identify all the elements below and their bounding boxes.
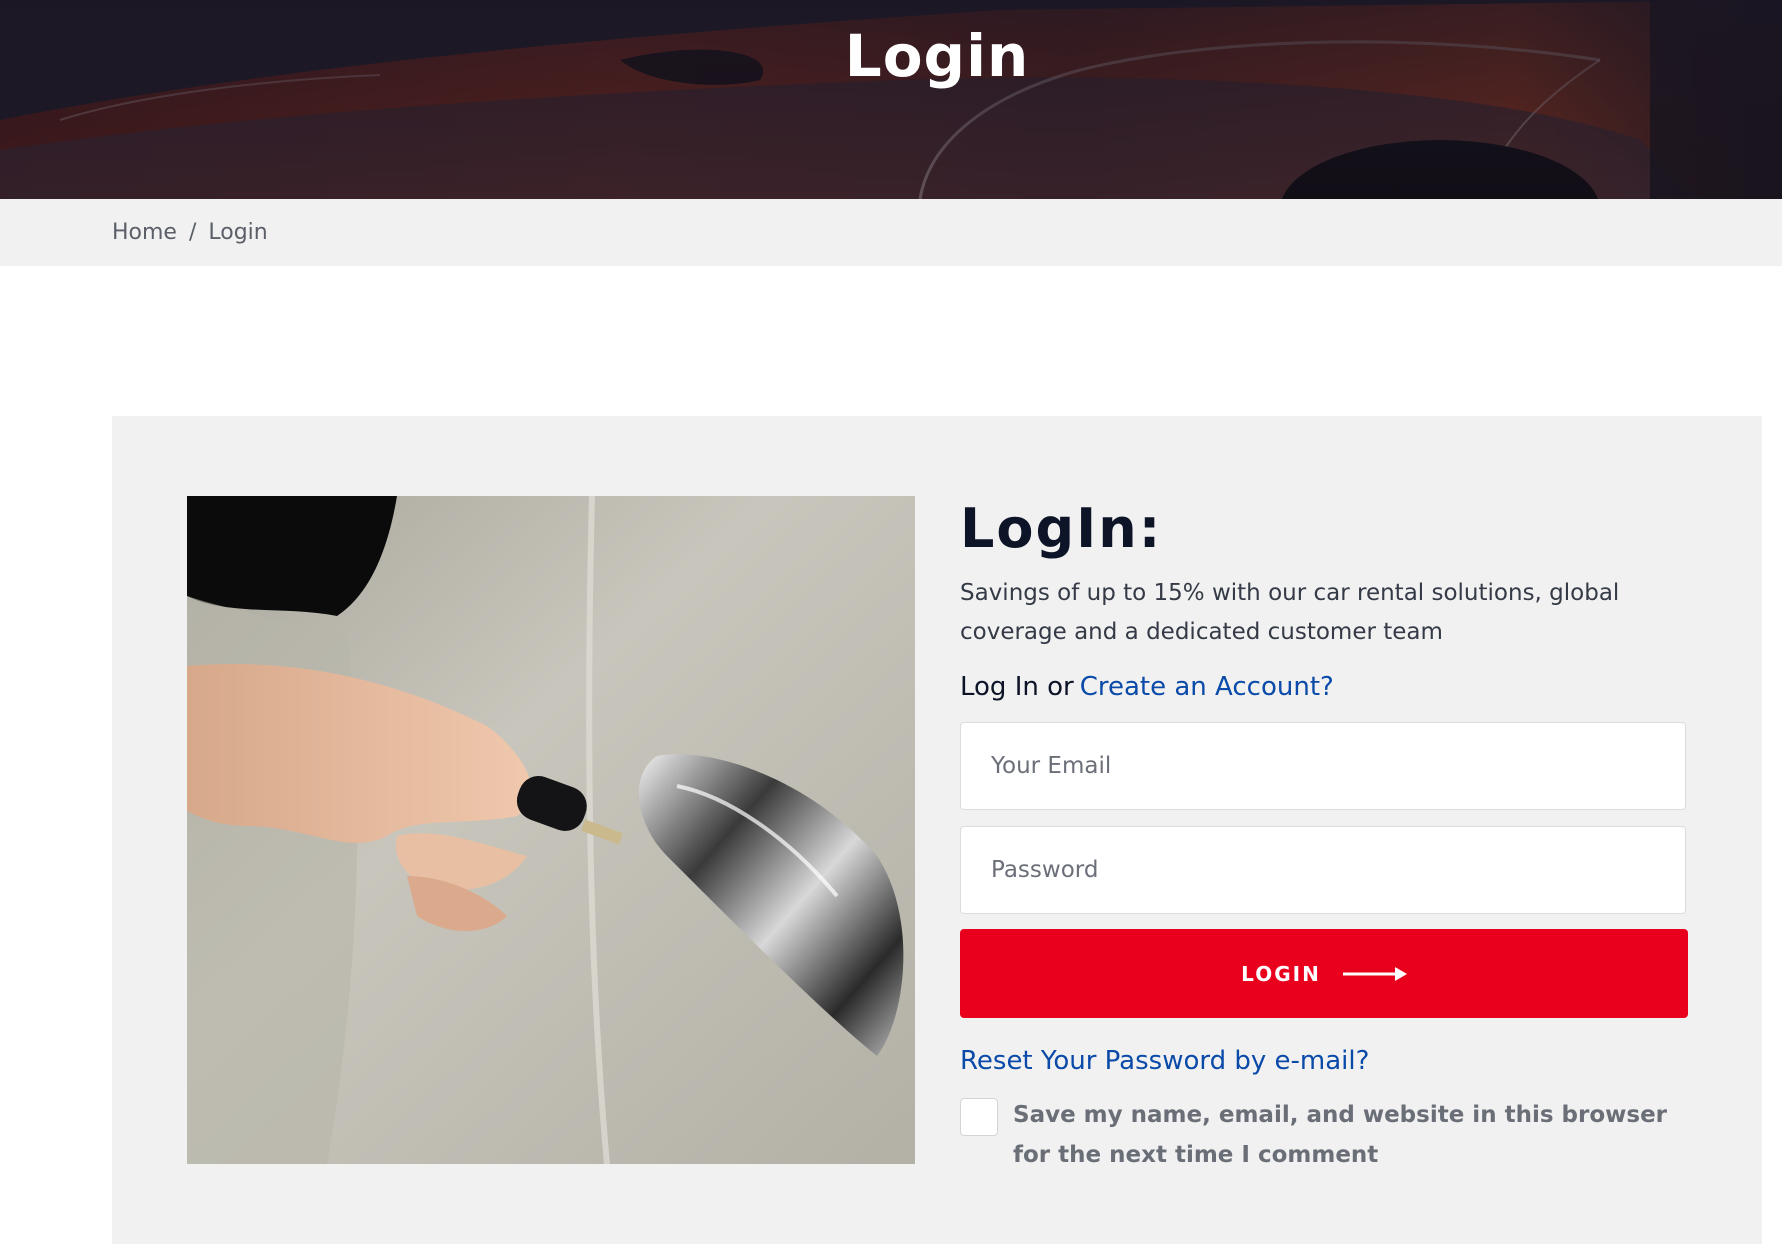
breadcrumb-separator: / <box>188 220 197 245</box>
remember-me: Save my name, email, and website in this… <box>960 1098 1688 1175</box>
login-card: LogIn: Savings of up to 15% with our car… <box>112 416 1762 1244</box>
breadcrumb-current: Login <box>208 220 268 245</box>
reset-password-link[interactable]: Reset Your Password by e-mail? <box>960 1046 1688 1076</box>
create-account-link[interactable]: Create an Account? <box>1080 672 1334 702</box>
password-field[interactable] <box>960 826 1686 914</box>
login-prompt: Log In or Create an Account? <box>960 672 1688 702</box>
breadcrumb: Home / Login <box>0 199 1782 266</box>
login-prompt-text: Log In or <box>960 672 1074 702</box>
login-description: Savings of up to 15% with our car rental… <box>960 580 1620 645</box>
login-button[interactable]: LOGIN <box>960 929 1688 1018</box>
login-form: LogIn: Savings of up to 15% with our car… <box>960 496 1688 1175</box>
breadcrumb-home-link[interactable]: Home <box>112 220 177 245</box>
login-heading: LogIn: <box>960 497 1163 560</box>
remember-me-label: Save my name, email, and website in this… <box>1013 1102 1668 1168</box>
remember-me-checkbox[interactable] <box>960 1098 998 1136</box>
car-key-photo <box>187 496 915 1164</box>
email-field[interactable] <box>960 722 1686 810</box>
login-button-label: LOGIN <box>1241 961 1321 986</box>
hero-title: Login <box>844 22 1030 90</box>
hero-banner: Login <box>0 0 1782 199</box>
arrow-right-icon <box>1342 966 1407 981</box>
